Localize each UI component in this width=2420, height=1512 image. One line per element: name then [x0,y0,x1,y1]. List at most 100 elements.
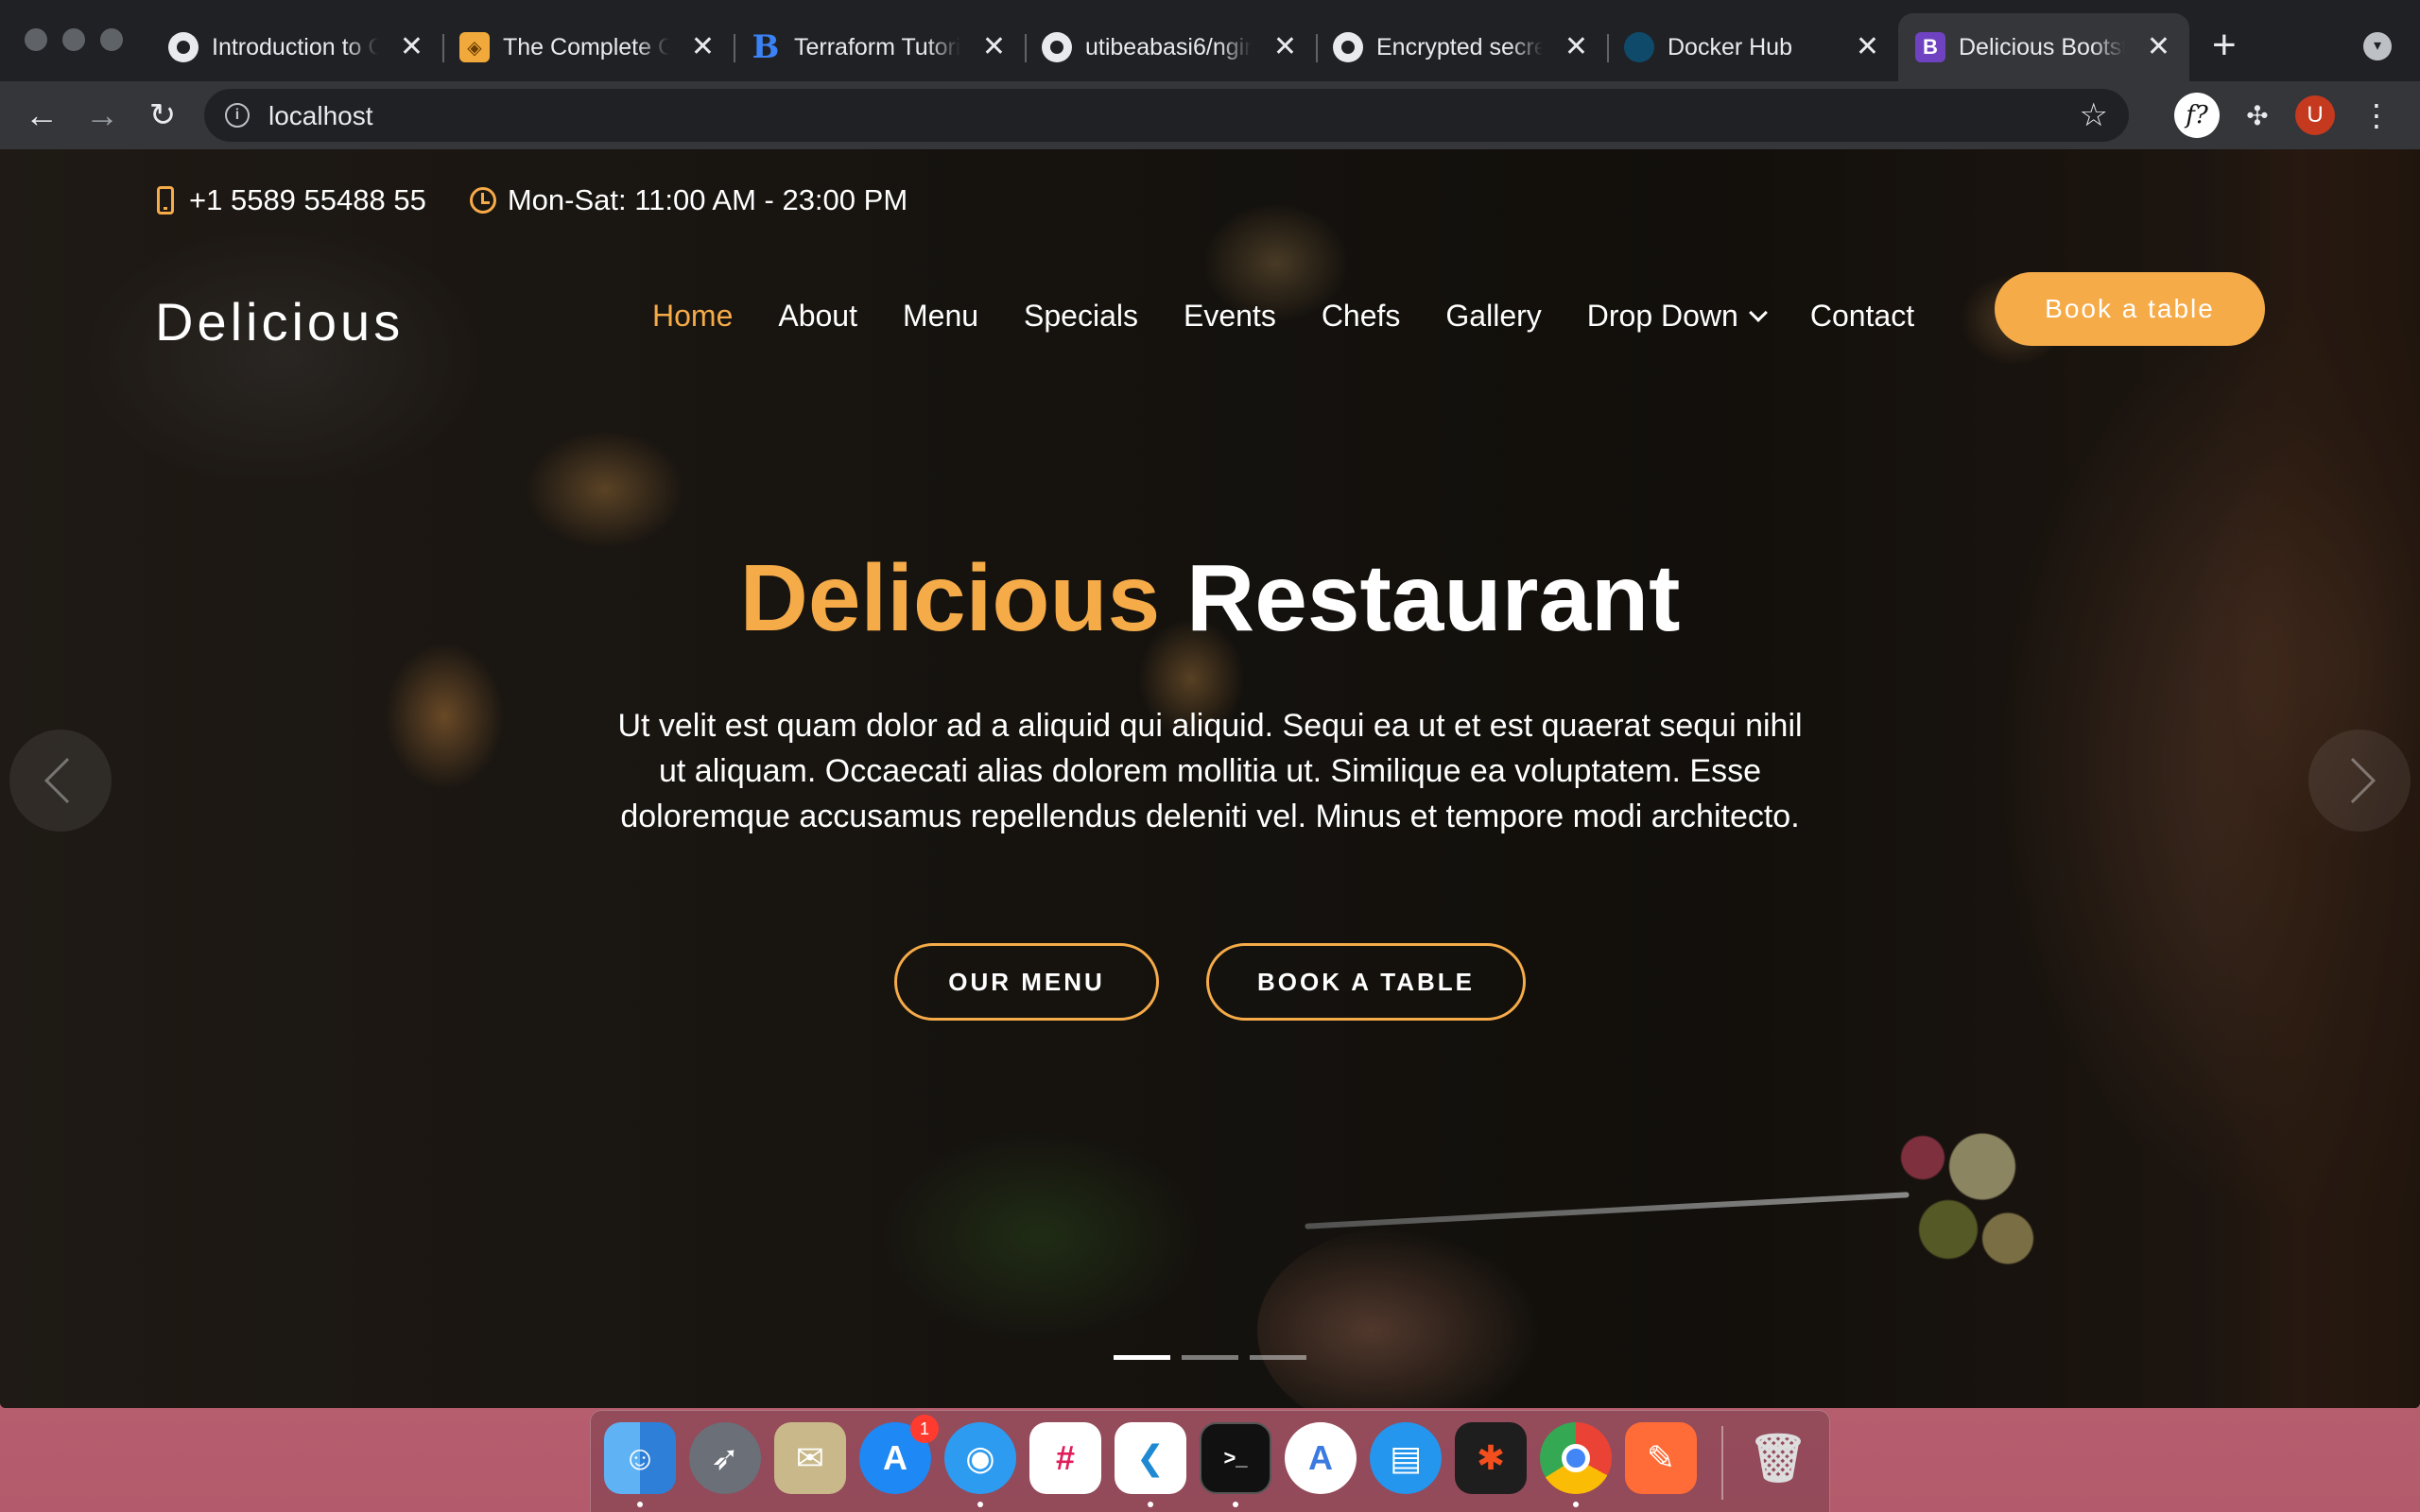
browser-tab[interactable]: ◈ The Complete GitHub ✕ [442,13,734,81]
tab-title: Delicious Bootstrap [1959,33,2125,60]
browser-toolbar: ← → ↻ i localhost ☆ f? ✣ U ⋮ [0,81,2420,149]
minimize-window-button[interactable] [62,28,85,51]
carousel-indicator-1[interactable] [1114,1355,1170,1360]
nav-chefs[interactable]: Chefs [1322,299,1401,334]
forward-icon[interactable]: → [79,93,125,138]
tab-close-icon[interactable]: ✕ [691,32,715,62]
site-info-icon[interactable]: i [225,103,250,128]
udemy-icon: ◈ [459,32,490,62]
browser-tab[interactable]: B Terraform Tutorial ✕ [734,13,1025,81]
chrome-icon[interactable] [1540,1422,1612,1494]
hero-title: Delicious Restaurant [0,544,2420,653]
book-table-button[interactable]: Book a table [1995,272,2265,346]
running-indicator [637,1502,643,1507]
tab-strip: Introduction to GitHub ✕ ◈ The Complete … [151,13,2189,81]
tab-close-icon[interactable]: ✕ [982,32,1006,62]
dock-separator [1721,1426,1723,1500]
hero-background-food [1872,1104,2042,1283]
tab-search-icon[interactable]: ▾ [2363,32,2392,60]
nav-menu[interactable]: Menu [903,299,978,334]
trash-icon[interactable]: 🗑 [1742,1422,1814,1494]
hero-book-table-button[interactable]: BOOK A TABLE [1206,943,1526,1021]
window-controls [25,28,123,51]
browser-tab[interactable]: Docker Hub ✕ [1607,13,1898,81]
bootstrap-icon: B [1915,32,1945,62]
tab-title: The Complete GitHub [503,33,669,60]
nav-specials[interactable]: Specials [1024,299,1138,334]
nav-about[interactable]: About [778,299,857,334]
tab-bar: Introduction to GitHub ✕ ◈ The Complete … [0,0,2420,81]
carousel-next-button[interactable] [2308,730,2411,832]
extension-icon[interactable]: f? [2174,93,2220,138]
docker-icon [1624,32,1654,62]
github-icon [168,32,199,62]
browser-menu-icon[interactable]: ⋮ [2354,93,2399,138]
close-window-button[interactable] [25,28,47,51]
browser-tab[interactable]: Introduction to GitHub ✕ [151,13,442,81]
hero-title-accent: Delicious [739,545,1161,651]
macos-dock: ☺ ➶ ✉ A 1 ◉ # ❮ >_ A ▤ ✱ ✎ 🗑 [590,1410,1830,1512]
browser-tab[interactable]: Encrypted secrets ✕ [1316,13,1607,81]
hero-section: +1 5589 55488 55 Mon-Sat: 11:00 AM - 23:… [0,149,2420,1408]
postman-icon[interactable]: ✎ [1625,1422,1697,1494]
github-icon [1042,32,1072,62]
nav-home[interactable]: Home [652,299,733,334]
tab-close-icon[interactable]: ✕ [400,32,424,62]
carousel-prev-button[interactable] [9,730,112,832]
browser-tab[interactable]: utibeabasi6/nginx ✕ [1025,13,1316,81]
our-menu-button[interactable]: OUR MENU [894,943,1159,1021]
tab-close-icon[interactable]: ✕ [2147,32,2170,62]
nav-dropdown[interactable]: Drop Down [1587,299,1768,334]
vscode-icon[interactable]: ❮ [1115,1422,1186,1494]
tab-title: Terraform Tutorial [794,33,960,60]
chevron-down-icon [1748,302,1768,322]
nav-events[interactable]: Events [1184,299,1276,334]
carousel-indicator-2[interactable] [1182,1355,1238,1360]
chevron-left-icon [43,757,91,804]
app-store-icon[interactable]: A 1 [859,1415,939,1494]
opening-hours: Mon-Sat: 11:00 AM - 23:00 PM [507,183,908,216]
carousel-indicators [1114,1355,1306,1360]
tab-close-icon[interactable]: ✕ [1564,32,1588,62]
tab-close-icon[interactable]: ✕ [1856,32,1879,62]
bookmark-star-icon[interactable]: ☆ [2080,96,2108,134]
extensions-puzzle-icon[interactable]: ✣ [2235,93,2280,138]
address-bar[interactable]: i localhost ☆ [204,89,2129,142]
finder-icon[interactable]: ☺ [604,1422,676,1494]
url-text[interactable]: localhost [268,101,373,131]
tab-title: Encrypted secrets [1376,33,1543,60]
maximize-window-button[interactable] [100,28,123,51]
hero-background-fork [1305,1192,1910,1229]
tab-close-icon[interactable]: ✕ [1273,32,1297,62]
nav-gallery[interactable]: Gallery [1445,299,1541,334]
android-studio-icon[interactable]: A [1285,1422,1357,1494]
hero-description: Ut velit est quam dolor ad a aliquid qui… [617,708,1803,834]
hours-info: Mon-Sat: 11:00 AM - 23:00 PM [469,183,908,217]
tab-title: utibeabasi6/nginx [1085,33,1252,60]
mail-icon[interactable]: ✉ [774,1422,846,1494]
main-nav: Home About Menu Specials Events Chefs Ga… [652,299,1960,334]
reload-icon[interactable]: ↻ [140,93,185,138]
docker-icon[interactable]: ▤ [1370,1422,1442,1494]
running-indicator [1233,1502,1238,1507]
nav-contact[interactable]: Contact [1810,299,1914,334]
slack-icon[interactable]: # [1029,1422,1101,1494]
back-icon[interactable]: ← [19,93,64,138]
profile-avatar[interactable]: U [2295,95,2335,135]
github-icon [1333,32,1363,62]
launchpad-icon[interactable]: ➶ [689,1422,761,1494]
terminal-icon[interactable]: >_ [1200,1422,1271,1494]
tab-title: Introduction to GitHub [212,33,378,60]
hero-title-rest: Restaurant [1186,545,1681,651]
site-logo[interactable]: Delicious [155,291,404,352]
new-tab-button[interactable]: + [2212,25,2237,66]
browser-tab-active[interactable]: B Delicious Bootstrap ✕ [1898,13,2189,81]
browser-window: Introduction to GitHub ✕ ◈ The Complete … [0,0,2420,1408]
safari-icon[interactable]: ◉ [944,1422,1016,1494]
chevron-right-icon [2329,757,2377,804]
running-indicator [1148,1502,1153,1507]
figma-icon[interactable]: ✱ [1455,1422,1527,1494]
clock-icon [469,187,496,214]
bootstrap-b-icon: B [752,28,780,66]
carousel-indicator-3[interactable] [1250,1355,1306,1360]
